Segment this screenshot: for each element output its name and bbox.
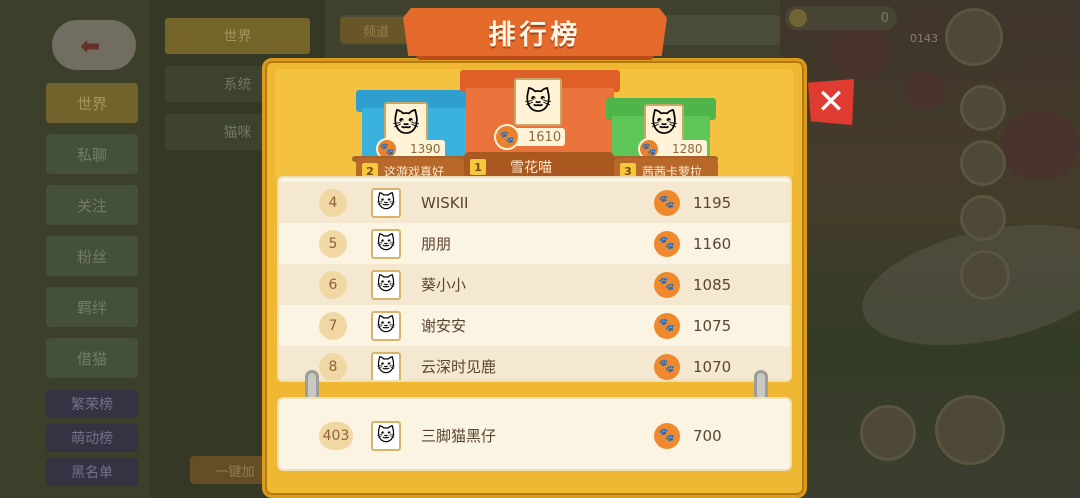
player-score: 1195: [693, 193, 732, 212]
player-avatar[interactable]: 🐱: [371, 269, 401, 300]
player-score: 1160: [693, 234, 732, 253]
rank-number: 8: [319, 352, 347, 380]
list-item[interactable]: 403 🐱 三脚猫黑仔 🐾 700: [279, 415, 790, 456]
player-avatar[interactable]: 🐱: [371, 187, 401, 218]
paw-icon: 🐾: [654, 422, 680, 449]
list-item[interactable]: 5 🐱 朋朋 🐾 1160: [279, 223, 790, 264]
list-item[interactable]: 7 🐱 谢安安 🐾 1075: [279, 305, 790, 346]
rank-number: 6: [319, 270, 347, 299]
title-banner: 排行榜: [403, 8, 667, 56]
player-name: 雪花喵: [510, 160, 552, 176]
close-button[interactable]: ✕: [808, 79, 854, 125]
rank-number: 4: [319, 188, 347, 217]
player-name: 云深时见鹿: [421, 358, 497, 376]
paw-icon: 🐾: [654, 230, 680, 257]
close-icon: ✕: [816, 82, 846, 122]
player-score: 700: [693, 426, 722, 445]
player-score: 1070: [693, 357, 732, 376]
list-item[interactable]: 4 🐱 WISKII 🐾 1195: [279, 182, 790, 223]
paw-icon: 🐾: [494, 124, 520, 150]
paw-icon: 🐾: [654, 271, 680, 298]
player-name: 葵小小: [421, 276, 467, 294]
rank-number: 7: [319, 311, 347, 340]
rank-number: 5: [319, 229, 347, 258]
player-name: 三脚猫黑仔: [421, 427, 497, 445]
rank-number: 403: [319, 421, 353, 450]
player-name: 谢安安: [421, 317, 467, 335]
player-avatar[interactable]: 🐱: [371, 420, 401, 451]
paw-icon: 🐾: [654, 189, 680, 216]
player-score: 1075: [693, 316, 732, 335]
paw-icon: 🐾: [654, 353, 680, 380]
paw-icon: 🐾: [654, 312, 680, 339]
rank-badge: 1: [470, 159, 486, 175]
ranking-list[interactable]: 4 🐱 WISKII 🐾 1195 5 🐱 朋朋 🐾 1160 6 🐱 葵小小 …: [277, 176, 792, 382]
page-title: 排行榜: [488, 19, 582, 51]
my-rank-row[interactable]: 403 🐱 三脚猫黑仔 🐾 700: [277, 397, 792, 471]
podium-avatar-first[interactable]: 🐱: [514, 78, 562, 126]
player-avatar[interactable]: 🐱: [371, 351, 401, 380]
player-name: WISKII: [421, 193, 469, 212]
player-avatar[interactable]: 🐱: [371, 228, 401, 259]
player-score: 1085: [693, 275, 732, 294]
list-item[interactable]: 6 🐱 葵小小 🐾 1085: [279, 264, 790, 305]
player-avatar[interactable]: 🐱: [371, 310, 401, 341]
player-name: 朋朋: [421, 235, 452, 253]
list-item[interactable]: 8 🐱 云深时见鹿 🐾 1070: [279, 346, 790, 380]
